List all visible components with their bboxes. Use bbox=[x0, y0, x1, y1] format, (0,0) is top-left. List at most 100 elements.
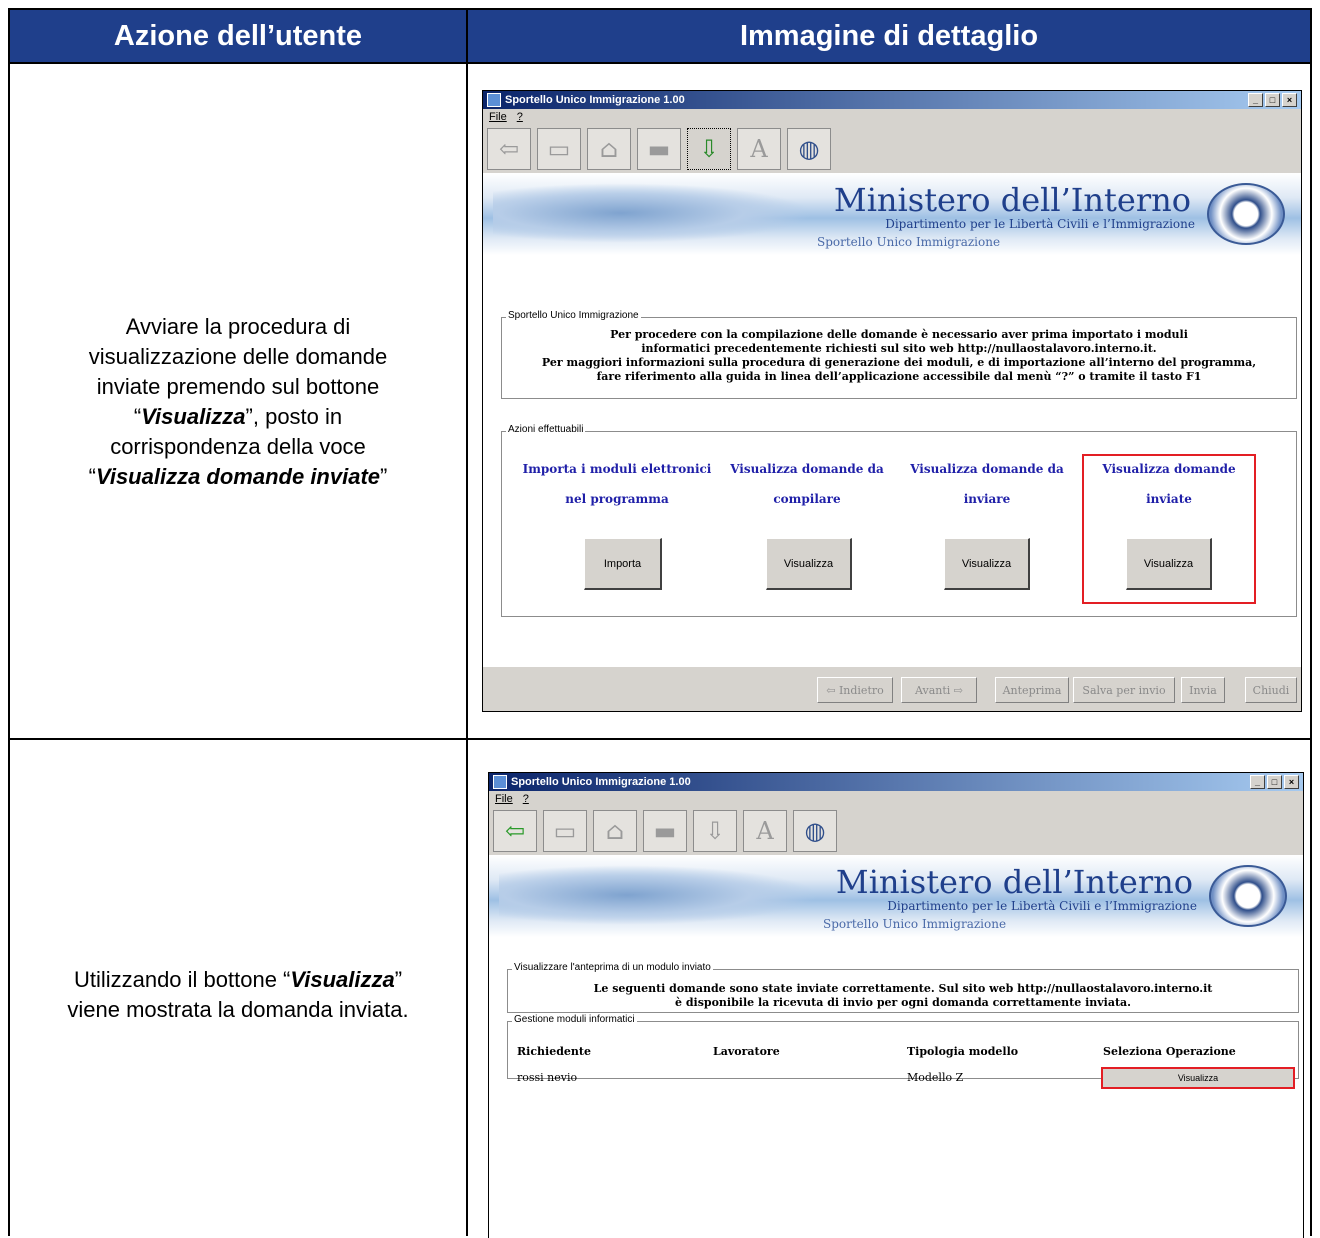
europe-map-image bbox=[499, 865, 819, 925]
group-label: Visualizzare l'anteprima di un modulo in… bbox=[512, 962, 713, 973]
menu-bar: File ? bbox=[483, 109, 1301, 125]
maximize-button[interactable]: □ bbox=[1267, 775, 1282, 789]
menu-file[interactable]: File bbox=[489, 111, 507, 123]
salva-per-invio-button[interactable]: Salva per invio bbox=[1073, 677, 1175, 703]
info-group: Sportello Unico Immigrazione Per procede… bbox=[501, 310, 1297, 399]
app-window-1: Sportello Unico Immigrazione 1.00 _ □ × … bbox=[482, 90, 1302, 712]
disk-icon[interactable]: ▭ bbox=[537, 128, 581, 170]
highlight-box bbox=[1082, 454, 1256, 604]
group-label: Azioni effettuabili bbox=[506, 424, 586, 435]
download-icon[interactable]: ⇩ bbox=[687, 128, 731, 170]
action-title-inviare: Visualizza domande da inviare bbox=[910, 462, 1064, 506]
banner-subtitle: Dipartimento per le Libertà Civili e l’I… bbox=[885, 217, 1195, 231]
action-title-compilare: Visualizza domande da compilare bbox=[730, 462, 884, 506]
maximize-button[interactable]: □ bbox=[1265, 93, 1280, 107]
visualizza-inviare-button[interactable]: Visualizza bbox=[944, 538, 1030, 590]
ministry-seal-icon bbox=[1207, 183, 1285, 245]
avanti-button[interactable]: Avanti ⇨ bbox=[901, 677, 977, 703]
info-line: è disponibile la ricevuta di invio per o… bbox=[675, 996, 1131, 1009]
toolbar: ⇦ ▭ ⌂ ▬ ⇩ A ◍ bbox=[483, 125, 1301, 173]
cell-tipologia: Modello Z bbox=[907, 1071, 964, 1084]
header-divider bbox=[10, 62, 1310, 64]
row-divider bbox=[10, 738, 1310, 740]
window-title: Sportello Unico Immigrazione 1.00 bbox=[511, 776, 691, 788]
invia-button[interactable]: Invia bbox=[1181, 677, 1225, 703]
actions-group: Azioni effettuabili Importa i moduli ele… bbox=[501, 424, 1297, 617]
app-window-2: Sportello Unico Immigrazione 1.00 _ □ × … bbox=[488, 772, 1304, 1238]
globe-icon[interactable]: ◍ bbox=[787, 128, 831, 170]
window-title: Sportello Unico Immigrazione 1.00 bbox=[505, 94, 685, 106]
monitor-icon[interactable]: ▬ bbox=[637, 128, 681, 170]
row1-line: “Visualizza domande inviate” bbox=[88, 464, 388, 489]
info-text: Per procedere con la compilazione delle … bbox=[502, 328, 1296, 384]
lock-icon[interactable]: ⌂ bbox=[587, 128, 631, 170]
back-arrow-icon[interactable]: ⇦ bbox=[487, 128, 531, 170]
disk-icon[interactable]: ▭ bbox=[543, 810, 587, 852]
info-group: Visualizzare l'anteprima di un modulo in… bbox=[507, 962, 1299, 1013]
info-text: Le seguenti domande sono state inviate c… bbox=[508, 982, 1298, 1010]
column-lavoratore: Lavoratore bbox=[713, 1045, 780, 1058]
minimize-button[interactable]: _ bbox=[1250, 775, 1265, 789]
row1-line: inviate premendo sul bottone bbox=[96, 374, 380, 399]
column-divider bbox=[466, 62, 468, 1236]
info-line: Per procedere con la compilazione delle … bbox=[610, 328, 1188, 341]
anteprima-button[interactable]: Anteprima bbox=[995, 677, 1069, 703]
instruction-table: Azione dell’utente Immagine di dettaglio… bbox=[8, 8, 1312, 1238]
chiudi-button[interactable]: Chiudi bbox=[1245, 677, 1297, 703]
indietro-button[interactable]: ⇦ Indietro bbox=[817, 677, 893, 703]
title-bar: Sportello Unico Immigrazione 1.00 _ □ × bbox=[483, 91, 1301, 109]
group-label: Gestione moduli informatici bbox=[512, 1014, 637, 1025]
menu-file[interactable]: File bbox=[495, 793, 513, 805]
row1-line: “Visualizza”, posto in bbox=[133, 404, 343, 429]
font-icon[interactable]: A bbox=[737, 128, 781, 170]
app-icon bbox=[493, 775, 507, 789]
close-button[interactable]: × bbox=[1282, 93, 1297, 107]
app-icon bbox=[487, 93, 501, 107]
row2-line: viene mostrata la domanda inviata. bbox=[67, 997, 409, 1022]
action-title-importa: Importa i moduli elettronici nel programm… bbox=[522, 462, 712, 506]
content-area: Visualizzare l'anteprima di un modulo in… bbox=[489, 937, 1303, 1238]
monitor-icon[interactable]: ▬ bbox=[643, 810, 687, 852]
banner-sportello: Sportello Unico Immigrazione bbox=[823, 917, 1007, 931]
group-label: Sportello Unico Immigrazione bbox=[506, 310, 641, 321]
row1-description: Avviare la procedura di visualizzazione … bbox=[10, 312, 466, 492]
font-icon[interactable]: A bbox=[743, 810, 787, 852]
download-icon[interactable]: ⇩ bbox=[693, 810, 737, 852]
row1-line: visualizzazione delle domande bbox=[88, 344, 388, 369]
header-user-action: Azione dell’utente bbox=[10, 10, 468, 62]
row2-line: Utilizzando il bottone “Visualizza” bbox=[73, 967, 403, 992]
emphasis-visualizza: Visualizza bbox=[290, 967, 395, 992]
ministry-seal-icon bbox=[1209, 865, 1287, 927]
importa-button[interactable]: Importa bbox=[584, 538, 662, 590]
title-bar: Sportello Unico Immigrazione 1.00 _ □ × bbox=[489, 773, 1303, 791]
europe-map-image bbox=[493, 183, 813, 243]
visualizza-row-button[interactable]: Visualizza bbox=[1101, 1067, 1295, 1089]
content-area: Sportello Unico Immigrazione Per procede… bbox=[483, 255, 1301, 668]
info-line: informatici precedentemente richiesti su… bbox=[641, 342, 1157, 355]
info-line: Per maggiori informazioni sulla procedur… bbox=[541, 356, 1257, 369]
banner-sportello: Sportello Unico Immigrazione bbox=[817, 235, 1001, 249]
row2-description: Utilizzando il bottone “Visualizza” vien… bbox=[10, 965, 466, 1025]
menu-help[interactable]: ? bbox=[517, 111, 523, 123]
banner-title: Ministero dell’Interno bbox=[833, 181, 1191, 219]
minimize-button[interactable]: _ bbox=[1248, 93, 1263, 107]
banner-title: Ministero dell’Interno bbox=[835, 863, 1193, 901]
emphasis-visualizza: Visualizza bbox=[141, 404, 246, 429]
toolbar: ⇦ ▭ ⌂ ▬ ⇩ A ◍ bbox=[489, 807, 1303, 855]
visualizza-compilare-button[interactable]: Visualizza bbox=[766, 538, 852, 590]
lock-icon[interactable]: ⌂ bbox=[593, 810, 637, 852]
globe-icon[interactable]: ◍ bbox=[793, 810, 837, 852]
banner-subtitle: Dipartimento per le Libertà Civili e l’I… bbox=[887, 899, 1197, 913]
ministry-banner: Ministero dell’Interno Dipartimento per … bbox=[489, 855, 1303, 937]
cell-richiedente: rossi nevio bbox=[517, 1071, 578, 1084]
row1-line: Avviare la procedura di bbox=[125, 314, 351, 339]
close-button[interactable]: × bbox=[1284, 775, 1299, 789]
header-detail-image: Immagine di dettaglio bbox=[468, 10, 1310, 62]
ministry-banner: Ministero dell’Interno Dipartimento per … bbox=[483, 173, 1301, 255]
column-seleziona-operazione: Seleziona Operazione bbox=[1103, 1045, 1236, 1058]
row1-line: corrispondenza della voce bbox=[110, 434, 366, 459]
navigation-bar: ⇦ Indietro Avanti ⇨ Anteprima Salva per … bbox=[483, 666, 1301, 711]
menu-help[interactable]: ? bbox=[523, 793, 529, 805]
back-arrow-icon[interactable]: ⇦ bbox=[493, 810, 537, 852]
emphasis-visualizza-domande-inviate: Visualizza domande inviate bbox=[95, 464, 381, 489]
